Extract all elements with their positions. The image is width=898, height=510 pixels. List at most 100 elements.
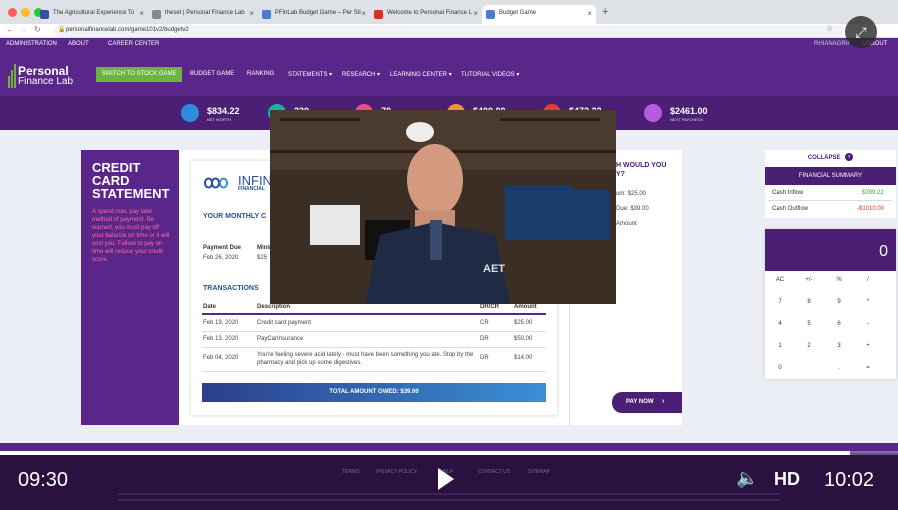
- top-nav: ADMINISTRATION ABOUT CAREER CENTER RHIAN…: [0, 38, 898, 51]
- logo-line2: Finance Lab: [18, 76, 74, 87]
- browser-tab-bar: The Agricultural Experience To × theset …: [0, 0, 898, 24]
- quality-hd-button[interactable]: HD: [774, 469, 800, 490]
- row-description: PayCarInsurance: [257, 336, 304, 342]
- play-icon[interactable]: [438, 468, 454, 490]
- footer-contact-link[interactable]: CONTACT US: [478, 469, 510, 475]
- footer-terms-link[interactable]: TERMS: [342, 469, 360, 475]
- new-tab-icon[interactable]: +: [602, 6, 608, 18]
- calculator-key[interactable]: =: [858, 365, 878, 371]
- tab-title: Budget Game: [499, 10, 537, 16]
- volume-icon[interactable]: 🔈: [736, 468, 758, 489]
- nav-statements[interactable]: STATEMENTS ▾: [288, 71, 332, 78]
- calculator-key[interactable]: +: [858, 343, 878, 349]
- calculator-key[interactable]: 3: [829, 343, 849, 349]
- administration-menu[interactable]: ADMINISTRATION: [6, 41, 57, 47]
- nav-budget-game[interactable]: BUDGET GAME: [190, 71, 234, 77]
- nav-tutorial-videos[interactable]: TUTORIAL VIDEOS ▾: [461, 71, 519, 78]
- browser-tab[interactable]: Welcome to Personal Finance L ×: [370, 5, 482, 24]
- row-amount: $25.00: [514, 320, 533, 326]
- net-worth-label: NET WORTH: [207, 117, 232, 122]
- close-tab-icon[interactable]: ×: [249, 9, 254, 18]
- calculator-key[interactable]: .: [829, 365, 849, 371]
- row-description: You're feeling severe acid lately - must…: [257, 352, 474, 366]
- row-amount: $50.00: [514, 336, 533, 342]
- calculator-key[interactable]: 1: [770, 343, 790, 349]
- browser-tab[interactable]: PFinLab Budget Game – Per Sti ×: [258, 5, 370, 24]
- calculator-key[interactable]: 8: [799, 299, 819, 305]
- address-bar: ← → ↻ 🔒 personalfinancelab.com/game101v2…: [0, 24, 898, 38]
- close-tab-icon[interactable]: ×: [473, 9, 478, 18]
- row-drcr: CR: [480, 320, 489, 326]
- footer-privacy-link[interactable]: PRIVACY POLICY: [376, 469, 417, 475]
- pay-minimum-option[interactable]: um: $25.00: [616, 191, 646, 197]
- pay-now-button[interactable]: PAY NOW ›: [612, 392, 682, 413]
- close-tab-icon[interactable]: ×: [587, 9, 592, 18]
- career-center-menu[interactable]: CAREER CENTER: [108, 41, 159, 47]
- chevron-down-icon: ▾: [516, 72, 520, 78]
- calculator-key[interactable]: -: [858, 321, 878, 327]
- username[interactable]: RHIANAGRIF: [814, 41, 851, 47]
- browser-tab-active[interactable]: Budget Game ×: [482, 5, 596, 24]
- chevron-down-icon: ▾: [448, 72, 452, 78]
- column-date: Date: [203, 304, 217, 310]
- calculator-key[interactable]: 0: [770, 365, 790, 371]
- pay-custom-option[interactable]: Amount: [616, 221, 637, 227]
- paycheck-icon: [644, 104, 662, 122]
- tab-title: theset | Personal Finance Lab: [165, 10, 245, 16]
- monthly-summary-heading: YOUR MONTHLY C: [203, 213, 267, 220]
- nav-ranking[interactable]: RANKING: [247, 71, 274, 77]
- close-tab-icon[interactable]: ×: [139, 9, 144, 18]
- row-drcr: DR: [480, 336, 489, 342]
- close-tab-icon[interactable]: ×: [361, 9, 366, 18]
- close-window-icon[interactable]: [8, 8, 17, 17]
- forward-icon[interactable]: →: [20, 25, 28, 34]
- net-worth-icon: [181, 104, 199, 122]
- minimize-window-icon[interactable]: [21, 8, 30, 17]
- row-date: Feb 04, 2020: [203, 355, 239, 361]
- transactions-heading: TRANSACTIONS: [203, 285, 259, 292]
- back-icon[interactable]: ←: [6, 25, 14, 34]
- infinity-logo-icon: [203, 177, 229, 189]
- personal-finance-lab-logo[interactable]: Personal Finance Lab: [8, 62, 88, 90]
- payment-question: H WOULD YOU Y?: [616, 162, 667, 178]
- bank-subtitle: FINANCIAL: [238, 186, 265, 192]
- column-amount: Amount: [514, 304, 537, 310]
- calculator-key[interactable]: 6: [829, 321, 849, 327]
- row-divider: [202, 331, 546, 332]
- footer-sitemap-link[interactable]: SITEMAP: [528, 469, 550, 475]
- presenter-video[interactable]: AET: [270, 110, 616, 304]
- calculator-key[interactable]: AC: [770, 277, 790, 283]
- column-description: Description: [257, 304, 291, 310]
- row-divider: [202, 347, 546, 348]
- calculator-key[interactable]: +/-: [799, 277, 819, 283]
- calculator-key[interactable]: 9: [829, 299, 849, 305]
- table-header-divider: [202, 313, 546, 315]
- browser-tab[interactable]: theset | Personal Finance Lab ×: [148, 5, 258, 24]
- calculator-key[interactable]: 5: [799, 321, 819, 327]
- footer-fine-print: [118, 493, 780, 495]
- nav-learning-center[interactable]: LEARNING CENTER ▾: [390, 71, 452, 78]
- calculator-key[interactable]: 7: [770, 299, 790, 305]
- reload-icon[interactable]: ↻: [34, 25, 41, 34]
- calculator-display: 0: [765, 229, 896, 271]
- calculator-key[interactable]: 2: [799, 343, 819, 349]
- fullscreen-toggle-icon[interactable]: ⤢: [845, 16, 877, 48]
- browser-tab[interactable]: The Agricultural Experience To ×: [36, 5, 148, 24]
- gmail-icon: [374, 10, 383, 19]
- calculator-key[interactable]: 4: [770, 321, 790, 327]
- url-field[interactable]: 🔒 personalfinancelab.com/game101v2/budge…: [54, 25, 844, 37]
- bookmark-star-icon[interactable]: ☆: [826, 24, 833, 33]
- about-menu[interactable]: ABOUT: [68, 41, 89, 47]
- footer-fine-print: [118, 499, 780, 501]
- switch-to-stock-game-button[interactable]: SWITCH TO STOCK GAME: [96, 67, 182, 82]
- total-amount-owed: TOTAL AMOUNT OWED: $39.00: [202, 383, 546, 402]
- calculator-key[interactable]: /: [858, 277, 878, 283]
- calculator-key[interactable]: *: [858, 299, 878, 305]
- collapse-button[interactable]: COLLAPSE ›: [765, 150, 896, 167]
- cash-outflow-value: -$1010.00: [857, 206, 885, 212]
- pay-full-option[interactable]: Due: $39.00: [616, 206, 649, 212]
- video-progress-fill[interactable]: [0, 451, 850, 455]
- calculator-key[interactable]: %: [829, 277, 849, 283]
- nav-research[interactable]: RESEARCH ▾: [342, 71, 380, 78]
- chevron-right-circle-icon: ›: [845, 153, 854, 162]
